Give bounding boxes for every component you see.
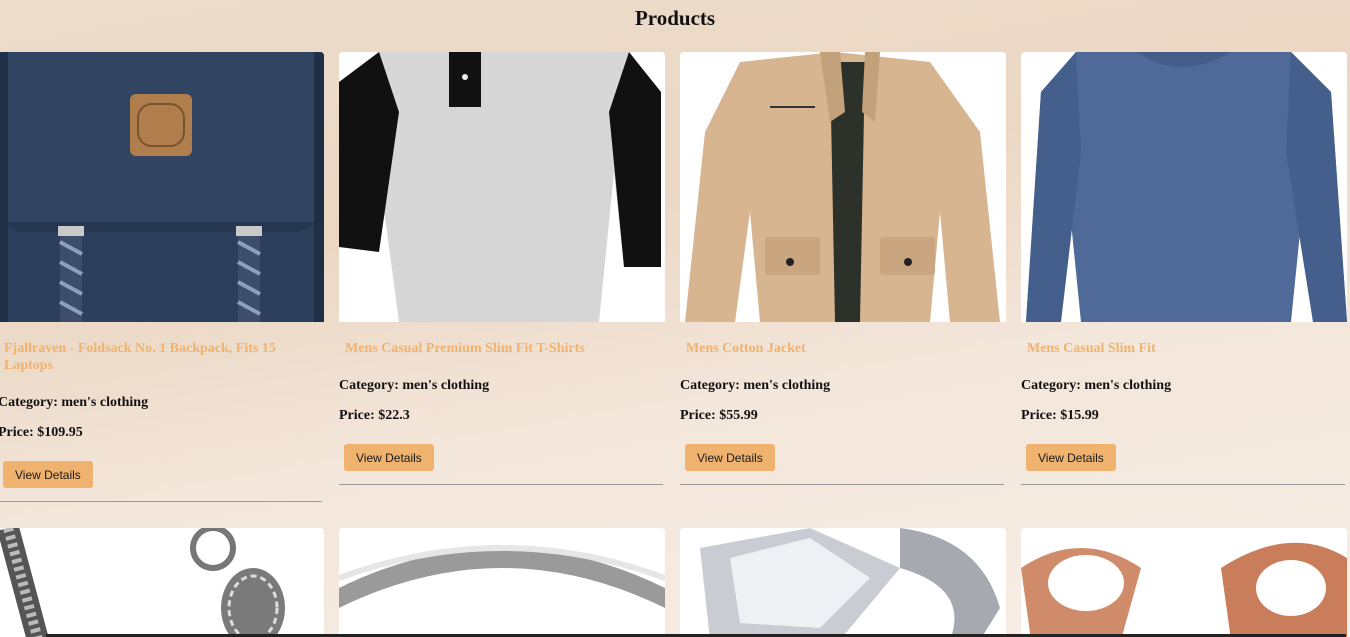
- view-details-button[interactable]: View Details: [3, 461, 93, 488]
- product-image-diamond-ring[interactable]: [680, 528, 1006, 637]
- product-image-tshirt[interactable]: [339, 52, 665, 322]
- view-details-button[interactable]: View Details: [1026, 444, 1116, 471]
- product-title[interactable]: Mens Casual Premium Slim Fit T-Shirts: [345, 340, 645, 357]
- product-card: [0, 528, 324, 637]
- product-category: Category: men's clothing: [1021, 378, 1172, 393]
- product-image-backpack[interactable]: [0, 52, 324, 322]
- product-card: Fjallraven - Foldsack No. 1 Backpack, Fi…: [0, 52, 324, 502]
- product-image-rose-gold-ring[interactable]: [1021, 528, 1347, 637]
- card-divider: [0, 501, 322, 502]
- product-category: Category: men's clothing: [0, 395, 149, 410]
- card-divider: [1021, 484, 1345, 485]
- product-card: Mens Casual Premium Slim Fit T-Shirts Ca…: [339, 52, 665, 485]
- product-category: Category: men's clothing: [680, 378, 831, 393]
- view-details-button[interactable]: View Details: [344, 444, 434, 471]
- product-card: Mens Cotton Jacket Category: men's cloth…: [680, 52, 1006, 485]
- product-price: Price: $15.99: [1021, 408, 1099, 423]
- product-image-ring[interactable]: [339, 528, 665, 637]
- product-image-jacket[interactable]: [680, 52, 1006, 322]
- product-title[interactable]: Mens Cotton Jacket: [686, 340, 986, 357]
- card-divider: [339, 484, 663, 485]
- product-card: Mens Casual Slim Fit Category: men's clo…: [1021, 52, 1347, 485]
- product-image-longsleeve[interactable]: [1021, 52, 1347, 322]
- product-image-bracelet[interactable]: [0, 528, 324, 637]
- product-price: Price: $55.99: [680, 408, 758, 423]
- product-card: [339, 528, 665, 637]
- product-price: Price: $22.3: [339, 408, 410, 423]
- page-title: Products: [634, 6, 716, 30]
- card-divider: [680, 484, 1004, 485]
- product-title[interactable]: Mens Casual Slim Fit: [1027, 340, 1327, 357]
- view-details-button[interactable]: View Details: [685, 444, 775, 471]
- product-category: Category: men's clothing: [339, 378, 490, 393]
- product-price: Price: $109.95: [0, 425, 83, 440]
- product-card: [1021, 528, 1347, 637]
- product-card: [680, 528, 1006, 637]
- product-title[interactable]: Fjallraven - Foldsack No. 1 Backpack, Fi…: [4, 340, 304, 374]
